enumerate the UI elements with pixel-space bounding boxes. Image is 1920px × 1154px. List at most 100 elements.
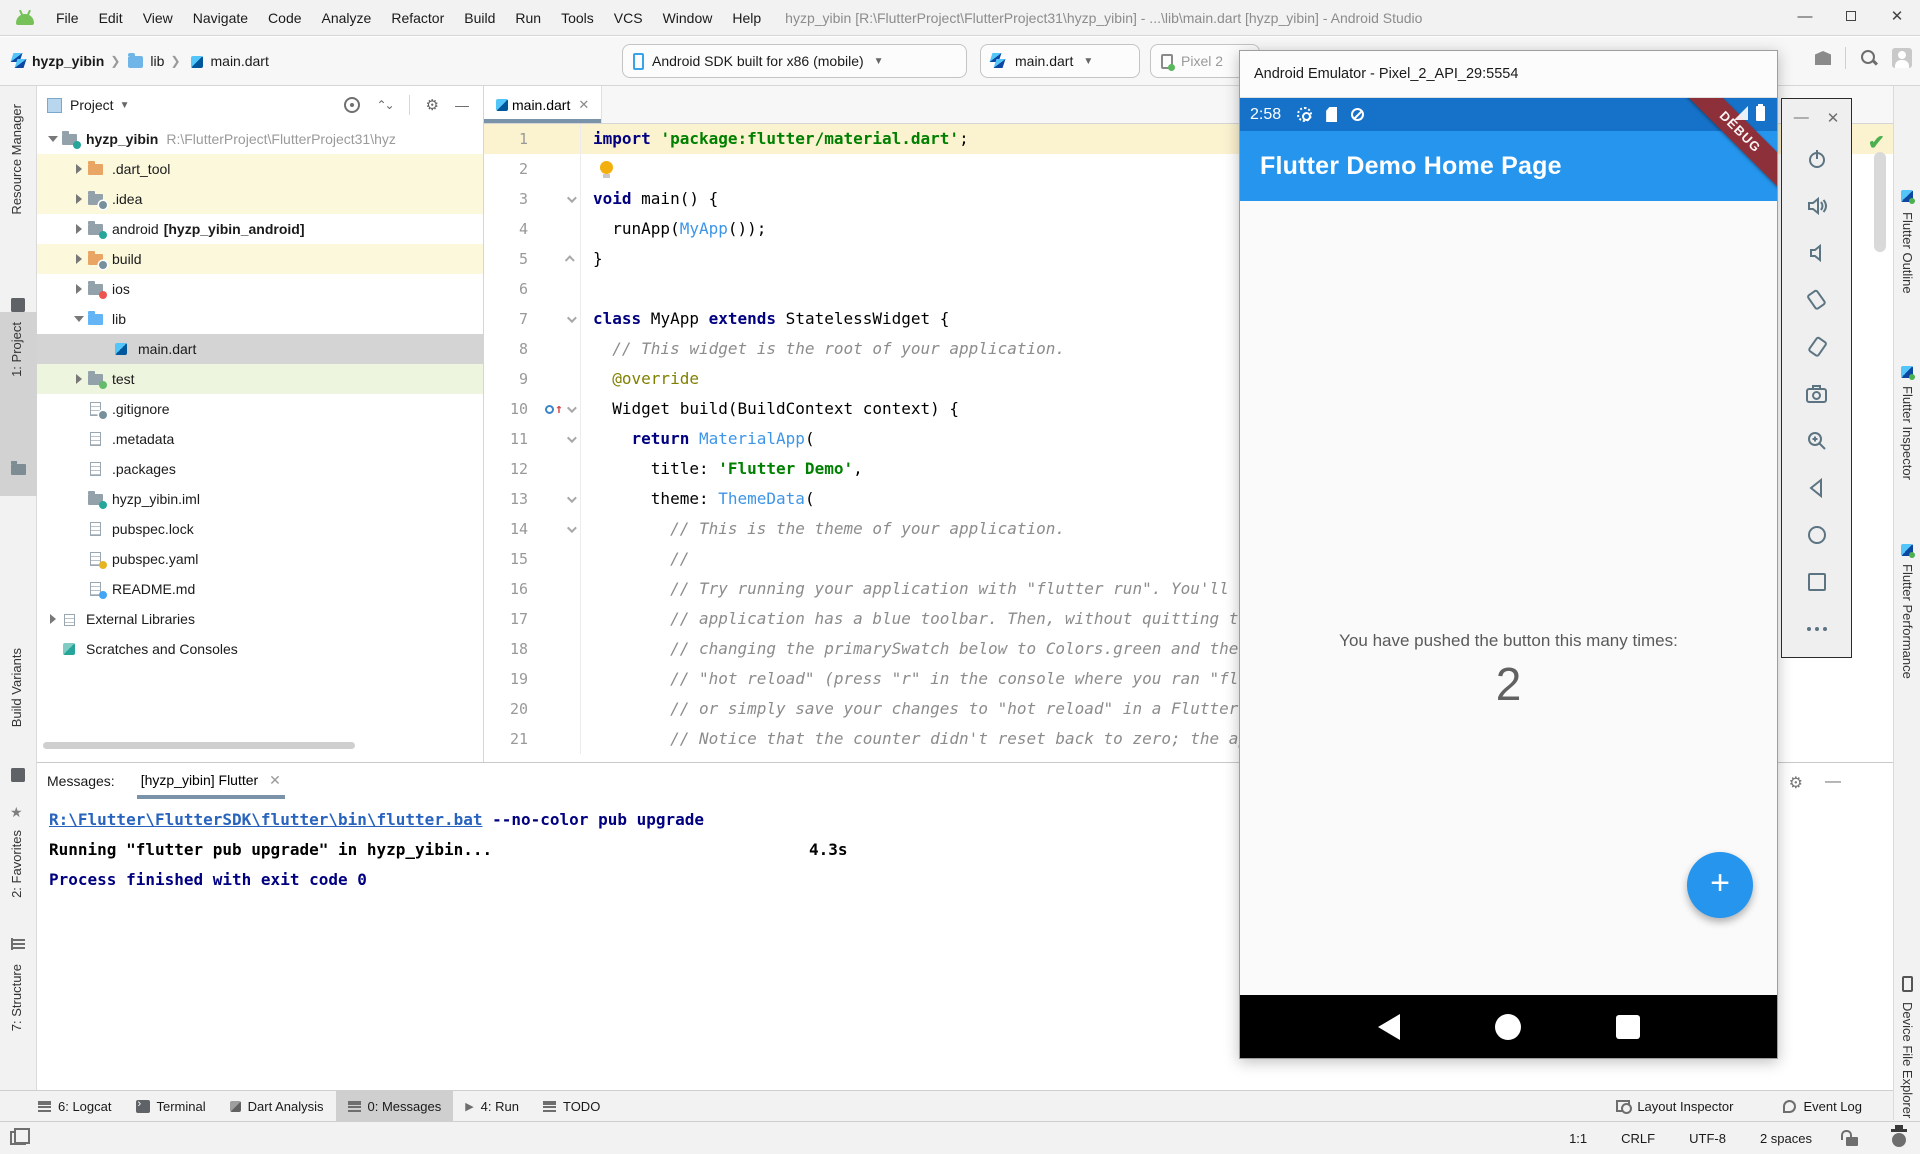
tree-item-lib[interactable]: lib bbox=[37, 304, 483, 334]
fold-marker-icon[interactable] bbox=[567, 313, 577, 323]
project-view-selector[interactable]: Project bbox=[70, 97, 114, 113]
tool-button-flutter-outline[interactable]: Flutter Outline bbox=[1900, 212, 1915, 294]
breadcrumb-lib[interactable]: lib bbox=[150, 53, 164, 69]
profile-avatar[interactable] bbox=[1892, 48, 1912, 68]
tree-item-external-libraries[interactable]: External Libraries bbox=[37, 604, 483, 634]
inspection-profile-icon[interactable] bbox=[1892, 1133, 1906, 1147]
emulator-rotate-left-button[interactable] bbox=[1802, 286, 1832, 314]
tree-item-ios[interactable]: ios bbox=[37, 274, 483, 304]
nav-back-button[interactable] bbox=[1378, 1014, 1400, 1040]
tree-expand-arrow[interactable] bbox=[71, 224, 87, 234]
fold-marker-icon[interactable] bbox=[567, 493, 577, 503]
tool-button-build-variants[interactable]: Build Variants bbox=[9, 648, 24, 727]
increment-fab-button[interactable]: + bbox=[1687, 852, 1753, 918]
tree-item-hyzp-yibin-iml[interactable]: hyzp_yibin.iml bbox=[37, 484, 483, 514]
emulator-overview-button[interactable] bbox=[1802, 568, 1832, 596]
tool-window-button-6-logcat[interactable]: 6: Logcat bbox=[26, 1091, 124, 1122]
tree-item-test[interactable]: test bbox=[37, 364, 483, 394]
tree-item--packages[interactable]: .packages bbox=[37, 454, 483, 484]
line-ending[interactable]: CRLF bbox=[1621, 1131, 1655, 1146]
close-window-button[interactable]: ✕ bbox=[1874, 1, 1920, 35]
close-tab-icon[interactable]: ✕ bbox=[578, 97, 589, 113]
tool-window-button-todo[interactable]: TODO bbox=[531, 1091, 612, 1122]
tree-item-hyzp-yibin[interactable]: hyzp_yibinR:\FlutterProject\FlutterProje… bbox=[37, 124, 483, 154]
menu-window[interactable]: Window bbox=[653, 0, 723, 36]
emulator-home-button[interactable] bbox=[1802, 521, 1832, 549]
tree-item-scratches-and-consoles[interactable]: Scratches and Consoles bbox=[37, 634, 483, 664]
nav-overview-button[interactable] bbox=[1616, 1015, 1640, 1039]
menu-vcs[interactable]: VCS bbox=[604, 0, 653, 36]
menu-build[interactable]: Build bbox=[454, 0, 505, 36]
emulator-rotate-right-button[interactable] bbox=[1802, 333, 1832, 361]
tree-item-readme-md[interactable]: README.md bbox=[37, 574, 483, 604]
tree-expand-arrow[interactable] bbox=[71, 284, 87, 294]
tree-item--gitignore[interactable]: .gitignore bbox=[37, 394, 483, 424]
emulator-screen[interactable]: 2:58 Flutter Demo Home Page DEBUG You ha… bbox=[1240, 98, 1777, 1058]
emulator-more-button[interactable] bbox=[1802, 615, 1832, 643]
fold-marker-icon[interactable] bbox=[567, 433, 577, 443]
menu-analyze[interactable]: Analyze bbox=[312, 0, 382, 36]
tool-button-flutter-inspector[interactable]: Flutter Inspector bbox=[1900, 386, 1915, 480]
tool-window-switcher-icon[interactable] bbox=[10, 1131, 26, 1145]
menu-tools[interactable]: Tools bbox=[551, 0, 604, 36]
tree-expand-arrow[interactable] bbox=[71, 254, 87, 264]
tool-window-button-0-messages[interactable]: 0: Messages bbox=[336, 1091, 454, 1122]
tree-item-android[interactable]: android[hyzp_yibin_android] bbox=[37, 214, 483, 244]
gear-icon[interactable]: ⚙ bbox=[1789, 773, 1803, 793]
emulator-power-button[interactable] bbox=[1802, 145, 1832, 173]
menu-run[interactable]: Run bbox=[505, 0, 551, 36]
menu-file[interactable]: File bbox=[46, 0, 89, 36]
tree-item--metadata[interactable]: .metadata bbox=[37, 424, 483, 454]
menu-code[interactable]: Code bbox=[258, 0, 311, 36]
tree-item-pubspec-lock[interactable]: pubspec.lock bbox=[37, 514, 483, 544]
fold-marker-icon[interactable] bbox=[567, 523, 577, 533]
collapse-all-icon[interactable]: ⌃⌄ bbox=[376, 98, 392, 112]
hide-panel-icon[interactable]: — bbox=[1825, 773, 1841, 793]
tool-window-button-4-run[interactable]: ▶4: Run bbox=[453, 1091, 531, 1122]
tool-window-button-terminal[interactable]: Terminal bbox=[124, 1091, 218, 1122]
tool-button-favorites[interactable]: 2: Favorites bbox=[9, 830, 24, 898]
caret-position[interactable]: 1:1 bbox=[1569, 1131, 1587, 1146]
tree-item-build[interactable]: build bbox=[37, 244, 483, 274]
tree-item-main-dart[interactable]: main.dart bbox=[37, 334, 483, 364]
nav-home-button[interactable] bbox=[1495, 1014, 1521, 1040]
console-link[interactable]: R:\Flutter\FlutterSDK\flutter\bin\flutte… bbox=[49, 810, 482, 829]
emulator-window-title[interactable]: Android Emulator - Pixel_2_API_29:5554 bbox=[1240, 51, 1777, 98]
indent-setting[interactable]: 2 spaces bbox=[1760, 1131, 1812, 1146]
fold-marker-icon[interactable] bbox=[567, 193, 577, 203]
breadcrumb-project[interactable]: hyzp_yibin bbox=[32, 53, 104, 69]
emulator-volume-down-button[interactable] bbox=[1802, 239, 1832, 267]
tool-window-button-event-log[interactable]: Event Log bbox=[1771, 1091, 1874, 1122]
tool-button-structure[interactable]: 7: Structure bbox=[9, 964, 24, 1031]
editor-scrollbar[interactable] bbox=[1874, 152, 1886, 252]
close-tab-icon[interactable]: ✕ bbox=[269, 772, 281, 788]
menu-navigate[interactable]: Navigate bbox=[183, 0, 258, 36]
tree-item--dart-tool[interactable]: .dart_tool bbox=[37, 154, 483, 184]
fold-marker-icon[interactable] bbox=[567, 403, 577, 413]
tool-button-flutter-performance[interactable]: Flutter Performance bbox=[1900, 564, 1915, 679]
device-selector-dropdown[interactable]: Android SDK built for x86 (mobile) ▼ bbox=[622, 44, 967, 78]
tool-button-device-file-explorer[interactable]: Device File Explorer bbox=[1900, 1002, 1915, 1118]
tree-expand-arrow[interactable] bbox=[71, 316, 87, 322]
gear-icon[interactable]: ⚙ bbox=[426, 96, 439, 114]
menu-refactor[interactable]: Refactor bbox=[381, 0, 454, 36]
search-icon[interactable] bbox=[1860, 49, 1878, 67]
unlock-icon[interactable] bbox=[1846, 1137, 1858, 1146]
breadcrumb-file[interactable]: main.dart bbox=[211, 53, 269, 69]
sdk-manager-icon[interactable] bbox=[1815, 51, 1831, 65]
maximize-window-button[interactable] bbox=[1828, 1, 1874, 35]
tree-expand-arrow[interactable] bbox=[71, 194, 87, 204]
menu-view[interactable]: View bbox=[133, 0, 183, 36]
tree-expand-arrow[interactable] bbox=[71, 164, 87, 174]
emulator-zoom-button[interactable] bbox=[1802, 427, 1832, 455]
menu-help[interactable]: Help bbox=[722, 0, 771, 36]
messages-tab-flutter[interactable]: [hyzp_yibin] Flutter ✕ bbox=[137, 763, 285, 799]
locate-file-icon[interactable] bbox=[344, 97, 360, 113]
tool-window-button-dart-analysis[interactable]: Dart Analysis bbox=[218, 1091, 336, 1122]
encoding[interactable]: UTF-8 bbox=[1689, 1131, 1726, 1146]
fold-marker-icon[interactable] bbox=[565, 255, 575, 265]
emulator-minimize-button[interactable]: — bbox=[1794, 109, 1809, 127]
editor-tab-main-dart[interactable]: main.dart ✕ bbox=[484, 86, 602, 123]
emulator-back-button[interactable] bbox=[1802, 474, 1832, 502]
emulator-volume-up-button[interactable] bbox=[1802, 192, 1832, 220]
